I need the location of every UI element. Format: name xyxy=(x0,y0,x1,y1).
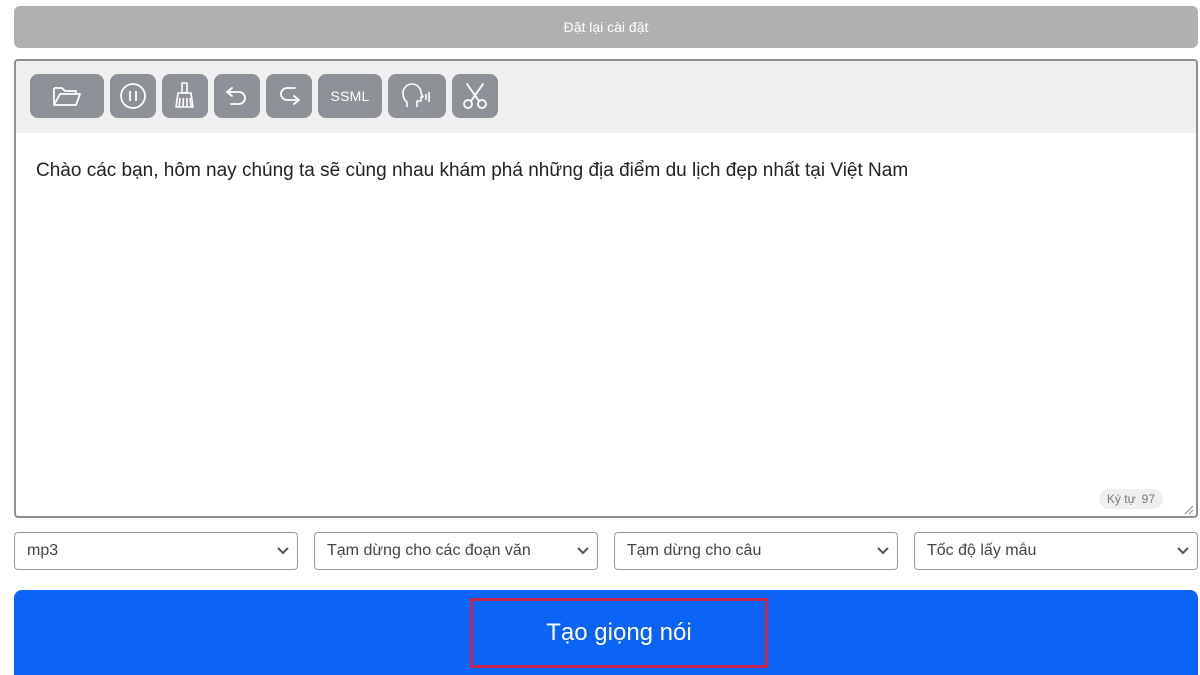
sample-rate-select[interactable]: Tốc độ lấy mẫu xyxy=(914,532,1198,570)
cut-button[interactable] xyxy=(452,74,498,118)
ssml-button[interactable]: SSML xyxy=(318,74,382,118)
format-select[interactable]: mp3 xyxy=(14,532,298,570)
voice-button[interactable] xyxy=(388,74,446,118)
pause-icon xyxy=(118,81,148,111)
chevron-down-icon xyxy=(569,547,597,555)
resize-grip-icon[interactable] xyxy=(1182,502,1194,515)
broom-icon xyxy=(172,81,198,111)
chevron-down-icon xyxy=(869,547,897,555)
scissors-icon xyxy=(461,81,489,111)
paragraph-pause-value: Tạm dừng cho các đoạn văn xyxy=(327,542,531,559)
sentence-pause-select[interactable]: Tạm dừng cho câu xyxy=(614,532,898,570)
speaking-head-icon xyxy=(400,81,434,111)
ssml-label: SSML xyxy=(330,88,370,104)
redo-button[interactable] xyxy=(266,74,312,118)
create-voice-button[interactable]: Tạo giọng nói xyxy=(14,590,1198,675)
folder-open-icon xyxy=(52,84,82,108)
char-count-badge: Ký tự 97 xyxy=(1098,489,1163,509)
options-row: mp3 Tạm dừng cho các đoạn văn Tạm dừng c… xyxy=(0,532,1200,572)
char-count-label: Ký tự xyxy=(1106,492,1136,506)
sample-rate-value: Tốc độ lấy mẫu xyxy=(927,542,1037,559)
open-file-button[interactable] xyxy=(30,74,104,118)
text-editor[interactable]: SSML Chào các bạn, hôm nay chúng ta sẽ c… xyxy=(14,59,1198,518)
chevron-down-icon xyxy=(269,547,297,555)
create-voice-highlight: Tạo giọng nói xyxy=(470,598,768,668)
sentence-pause-value: Tạm dừng cho câu xyxy=(627,542,762,559)
create-voice-label: Tạo giọng nói xyxy=(546,619,692,646)
editor-toolbar: SSML xyxy=(16,61,1196,133)
undo-icon xyxy=(223,82,251,110)
undo-button[interactable] xyxy=(214,74,260,118)
clean-text-button[interactable] xyxy=(162,74,208,118)
chevron-down-icon xyxy=(1169,547,1197,555)
redo-icon xyxy=(275,82,303,110)
char-count-value: 97 xyxy=(1141,492,1155,506)
editor-text-content[interactable]: Chào các bạn, hôm nay chúng ta sẽ cùng n… xyxy=(36,159,1176,183)
reset-settings-label: Đặt lại cài đặt xyxy=(563,19,649,35)
paragraph-pause-select[interactable]: Tạm dừng cho các đoạn văn xyxy=(314,532,598,570)
reset-settings-button[interactable]: Đặt lại cài đặt xyxy=(14,6,1198,48)
format-select-value: mp3 xyxy=(27,542,59,559)
pause-button[interactable] xyxy=(110,74,156,118)
